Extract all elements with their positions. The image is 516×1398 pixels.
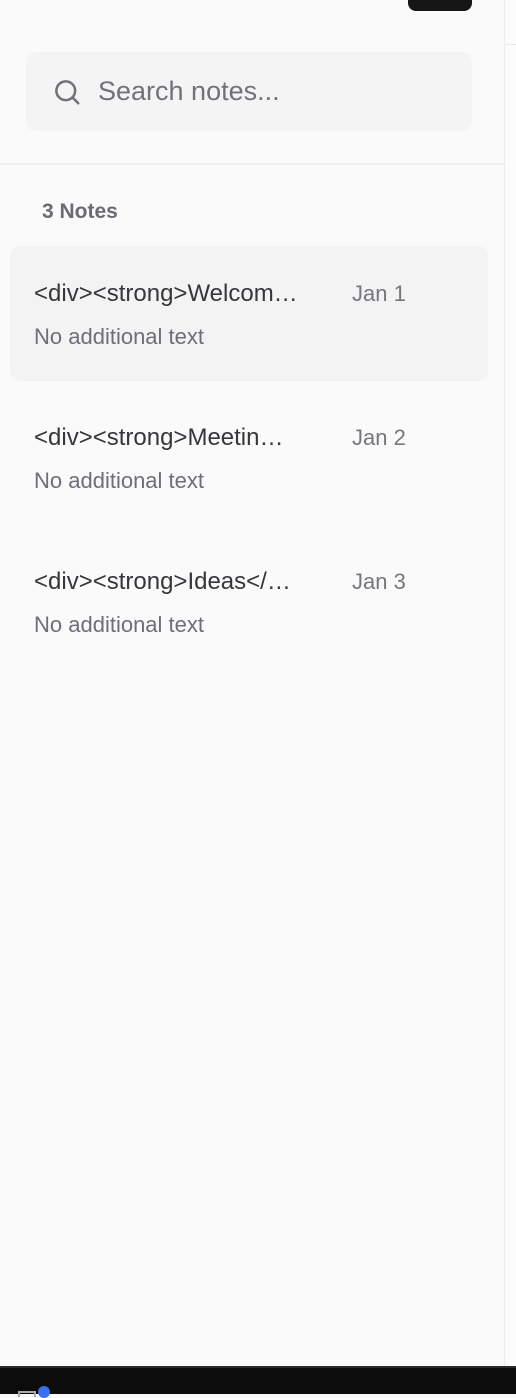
note-item[interactable]: <div><strong>Ideas</… Jan 3 No additional… (10, 534, 488, 669)
note-preview: No additional text (34, 468, 204, 493)
window-icon[interactable] (18, 1391, 36, 1397)
note-preview: No additional text (34, 324, 204, 349)
note-title: <div><strong>Welcom… (34, 280, 298, 307)
top-action-button[interactable] (408, 0, 472, 11)
divider (506, 44, 516, 45)
search-icon (55, 79, 80, 104)
note-preview: No additional text (34, 612, 204, 637)
note-date: Jan 2 (352, 425, 406, 450)
notes-sidebar: 3 Notes <div><strong>Welcom… Jan 1 No add… (0, 0, 505, 1366)
divider (0, 163, 505, 165)
search-input[interactable] (98, 76, 438, 107)
note-date: Jan 3 (352, 569, 406, 594)
app-icon[interactable] (38, 1386, 50, 1398)
note-title: <div><strong>Ideas</… (34, 568, 291, 595)
note-item[interactable]: <div><strong>Meetin… Jan 2 No additional … (10, 390, 488, 525)
note-date: Jan 1 (352, 281, 406, 306)
note-item[interactable]: <div><strong>Welcom… Jan 1 No additional … (10, 246, 488, 381)
taskbar (0, 1366, 516, 1398)
search-box[interactable] (26, 52, 472, 131)
notes-count: 3 Notes (42, 200, 118, 223)
notes-list: <div><strong>Welcom… Jan 1 No additional … (10, 246, 488, 678)
note-title: <div><strong>Meetin… (34, 424, 284, 451)
editor-pane-edge (506, 0, 516, 1366)
